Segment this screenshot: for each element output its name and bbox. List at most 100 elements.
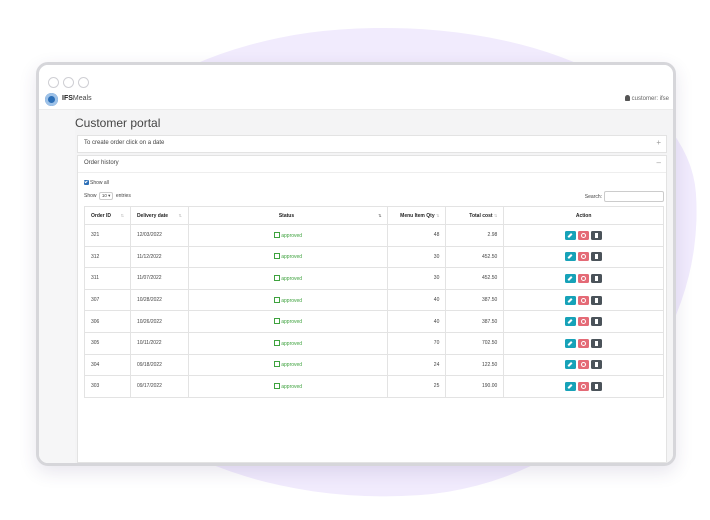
column-header-menu-item-qty[interactable]: Menu Item Qty ⇅ xyxy=(387,206,447,225)
order-details-button[interactable] xyxy=(591,381,603,391)
approved-check-icon xyxy=(274,253,281,260)
entries-select[interactable]: 10 ▾ xyxy=(98,192,114,200)
status-badge: approved xyxy=(274,382,302,390)
action-cell xyxy=(503,288,664,312)
column-header-order-id[interactable]: Order ID ⇅ xyxy=(84,206,131,225)
order-history-title: Order history xyxy=(84,160,119,166)
cancel-order-button[interactable] xyxy=(578,381,590,391)
edit-order-button[interactable] xyxy=(565,360,577,370)
status-cell: approved xyxy=(187,375,389,398)
order-details-button[interactable] xyxy=(591,295,603,305)
total-cost-cell: 702.50 xyxy=(445,331,505,355)
edit-order-button[interactable] xyxy=(565,230,577,240)
expand-icon[interactable]: + xyxy=(656,139,661,147)
approved-check-icon xyxy=(274,339,281,346)
delivery-date-cell: 10/11/2022 xyxy=(129,331,189,355)
total-cost-cell: 452.50 xyxy=(445,245,505,269)
status-cell: approved xyxy=(187,245,389,269)
status-badge: approved xyxy=(274,253,302,260)
table-row: 321 12/03/2022 approved 48 2.98 xyxy=(84,224,664,247)
action-cell xyxy=(503,375,664,398)
cancel-order-button[interactable] xyxy=(578,338,590,348)
window-control-maximize[interactable] xyxy=(78,77,89,88)
cancel-order-button[interactable] xyxy=(578,295,590,305)
brand-name[interactable]: IFSMeals xyxy=(62,95,92,102)
total-cost-cell: 387.50 xyxy=(445,288,505,312)
menu-item-qty-cell: 30 xyxy=(387,267,447,290)
total-cost-cell: 190.00 xyxy=(445,375,505,398)
table-row: 312 11/12/2022 approved 30 452.50 xyxy=(84,245,664,269)
order-details-button[interactable] xyxy=(591,252,603,262)
column-header-action: Action xyxy=(503,206,664,225)
status-badge: approved xyxy=(274,296,302,304)
menu-item-qty-cell: 48 xyxy=(387,224,447,247)
cancel-order-button[interactable] xyxy=(578,273,590,283)
create-order-card[interactable]: To create order click on a date + xyxy=(77,135,667,153)
status-cell: approved xyxy=(187,310,389,333)
column-header-total-cost[interactable]: Total cost ⇅ xyxy=(445,206,505,225)
search-label: Search: xyxy=(584,193,602,200)
total-cost-cell: 2.98 xyxy=(445,224,505,247)
table-row: 305 10/11/2022 approved 70 702.50 xyxy=(84,331,664,355)
edit-order-button[interactable] xyxy=(565,273,577,283)
action-cell xyxy=(503,353,664,377)
order-details-button[interactable] xyxy=(591,230,603,240)
order-details-button[interactable] xyxy=(591,338,603,348)
user-name: customer: ifse xyxy=(631,96,669,102)
edit-order-button[interactable] xyxy=(565,295,577,305)
window-control-minimize[interactable] xyxy=(63,77,74,88)
edit-order-button[interactable] xyxy=(565,317,577,327)
approved-check-icon xyxy=(274,231,281,238)
cancel-order-button[interactable] xyxy=(578,360,590,370)
table-row: 303 09/17/2022 approved 25 190.00 xyxy=(84,375,664,398)
edit-order-button[interactable] xyxy=(565,252,577,262)
cancel-order-button[interactable] xyxy=(578,317,590,327)
delivery-date-cell: 11/12/2022 xyxy=(129,245,189,269)
cancel-order-button[interactable] xyxy=(578,252,590,262)
user-menu[interactable]: customer: ifse xyxy=(624,95,669,102)
delivery-date-cell: 10/28/2022 xyxy=(129,288,189,312)
order-id-cell: 305 xyxy=(84,331,131,355)
edit-order-button[interactable] xyxy=(565,338,577,348)
show-label: Show xyxy=(84,193,97,199)
app-header: IFSMeals customer: ifse xyxy=(39,92,673,110)
delivery-date-cell: 09/18/2022 xyxy=(129,353,189,377)
main-content: Customer portal To create order click on… xyxy=(75,110,673,463)
window-titlebar xyxy=(39,65,673,91)
table-header-row: Order ID ⇅ Delivery date ⇅ Status ⇅ Menu It… xyxy=(84,206,664,225)
order-history-table: Order ID ⇅ Delivery date ⇅ Status ⇅ Menu It… xyxy=(84,206,664,398)
order-details-button[interactable] xyxy=(591,317,603,327)
window-control-close[interactable] xyxy=(48,77,59,88)
approved-check-icon xyxy=(274,274,281,281)
menu-item-qty-cell: 40 xyxy=(387,288,447,312)
column-header-delivery-date[interactable]: Delivery date ⇅ xyxy=(129,206,189,225)
menu-item-qty-cell: 70 xyxy=(387,331,447,355)
show-all-toggle[interactable]: Show all xyxy=(84,180,109,186)
column-header-status[interactable]: Status ⇅ xyxy=(187,206,389,225)
order-id-cell: 312 xyxy=(84,245,131,269)
table-row: 306 10/26/2022 approved 40 387.50 xyxy=(84,310,664,333)
search-input[interactable] xyxy=(604,191,664,202)
action-cell xyxy=(503,245,664,269)
show-all-checkbox[interactable] xyxy=(84,180,89,185)
cancel-order-button[interactable] xyxy=(578,230,590,240)
status-cell: approved xyxy=(187,353,389,377)
user-icon xyxy=(624,95,630,101)
show-all-label: Show all xyxy=(90,180,109,186)
order-id-cell: 311 xyxy=(84,267,131,290)
table-row: 304 09/18/2022 approved 24 122.50 xyxy=(84,353,664,377)
entries-label: entries xyxy=(115,193,131,199)
total-cost-cell: 387.50 xyxy=(445,310,505,333)
browser-window: IFSMeals customer: ifse Customer portal … xyxy=(36,62,676,466)
order-history-header[interactable]: Order history – xyxy=(78,156,666,173)
order-details-button[interactable] xyxy=(591,273,603,283)
order-id-cell: 303 xyxy=(84,375,131,398)
status-badge: approved xyxy=(274,318,302,325)
brand-logo-icon[interactable] xyxy=(45,93,58,106)
order-details-button[interactable] xyxy=(591,360,603,370)
edit-order-button[interactable] xyxy=(565,381,577,391)
collapse-icon[interactable]: – xyxy=(657,159,661,167)
delivery-date-cell: 12/03/2022 xyxy=(129,224,189,247)
menu-item-qty-cell: 25 xyxy=(387,375,447,398)
delivery-date-cell: 09/17/2022 xyxy=(129,375,189,398)
